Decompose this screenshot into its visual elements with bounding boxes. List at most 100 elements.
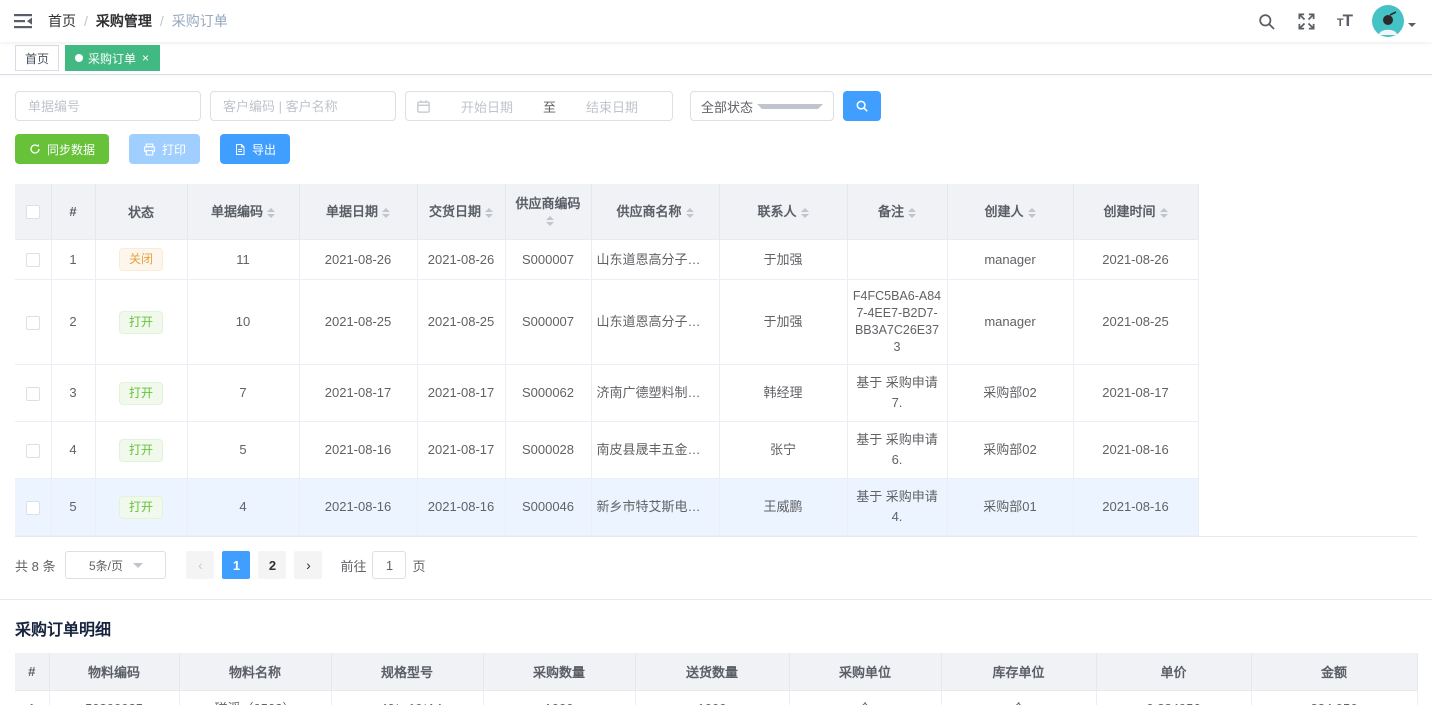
details-header-row: # 物料编码 物料名称 规格型号 采购数量 送货数量 采购单位 库存单位 单价 … xyxy=(15,653,1417,691)
col-code[interactable]: 单据编码 xyxy=(187,184,299,240)
col-supplier-name[interactable]: 供应商名称 xyxy=(591,184,719,240)
details-table-wrap: # 物料编码 物料名称 规格型号 采购数量 送货数量 采购单位 库存单位 单价 … xyxy=(15,653,1417,705)
cell-spec: φ40*φ19*14 xyxy=(331,691,483,705)
col-supplier-code[interactable]: 供应商编码 xyxy=(505,184,591,240)
cell-material-code: 50300025 xyxy=(49,691,179,705)
cell-supplier-code: S000028 xyxy=(505,422,591,479)
table-row[interactable]: 2 打开 10 2021-08-25 2021-08-25 S000007 山东… xyxy=(15,280,1198,365)
table-row[interactable]: 3 打开 7 2021-08-17 2021-08-17 S000062 济南广… xyxy=(15,365,1198,422)
cell-order-date: 2021-08-17 xyxy=(299,365,417,422)
caret-down-icon xyxy=(1408,23,1416,31)
cell-purchase-unit: 个 xyxy=(789,691,941,705)
start-date-placeholder[interactable]: 开始日期 xyxy=(437,97,537,116)
page-button-1[interactable]: 1 xyxy=(222,551,250,579)
status-select-value: 全部状态 xyxy=(701,97,757,116)
search-icon[interactable] xyxy=(1257,11,1277,31)
customer-input[interactable] xyxy=(210,91,396,121)
tag-purchase-order[interactable]: 采购订单 × xyxy=(65,45,160,71)
row-checkbox[interactable] xyxy=(26,501,40,515)
sort-icon[interactable] xyxy=(485,204,493,222)
cell-index: 1 xyxy=(51,240,95,280)
cell-remark xyxy=(847,240,947,280)
sort-icon[interactable] xyxy=(1028,204,1036,222)
print-button[interactable]: 打印 xyxy=(129,134,200,164)
orders-header-row: # 状态 单据编码 单据日期 交货日期 供应商编码 供应商名称 联系人 备注 创… xyxy=(15,184,1198,240)
main-content: 开始日期 至 结束日期 全部状态 同步数据 打印 xyxy=(0,75,1432,705)
tag-label: 采购订单 xyxy=(88,50,136,67)
table-row[interactable]: 1 50300025 磁浮（0503） φ40*φ19*14 1000 1000… xyxy=(15,691,1417,705)
export-button[interactable]: 导出 xyxy=(220,134,290,164)
orders-pagination: 共 8 条 5条/页 ‹ 1 2 › 前往 页 xyxy=(15,551,1417,579)
col-price: 单价 xyxy=(1096,653,1251,691)
status-select[interactable]: 全部状态 xyxy=(690,91,834,121)
cell-supplier-name: 新乡市特艾斯电子设... xyxy=(591,479,719,536)
close-icon[interactable]: × xyxy=(141,52,150,64)
cell-created: 2021-08-16 xyxy=(1073,479,1198,536)
col-created[interactable]: 创建时间 xyxy=(1073,184,1198,240)
page-size-select[interactable]: 5条/页 xyxy=(65,551,166,579)
sort-icon[interactable] xyxy=(546,212,554,230)
col-delivery-date[interactable]: 交货日期 xyxy=(417,184,505,240)
row-checkbox[interactable] xyxy=(26,316,40,330)
sort-icon[interactable] xyxy=(801,204,809,222)
prev-page-button[interactable]: ‹ xyxy=(186,551,214,579)
sync-data-button[interactable]: 同步数据 xyxy=(15,134,109,164)
search-button[interactable] xyxy=(843,91,881,121)
cell-code: 7 xyxy=(187,365,299,422)
menu-fold-icon[interactable] xyxy=(0,13,46,29)
cell-index: 1 xyxy=(15,691,49,705)
table-row-selected[interactable]: 5 打开 4 2021-08-16 2021-08-16 S000046 新乡市… xyxy=(15,479,1198,536)
date-range-picker[interactable]: 开始日期 至 结束日期 xyxy=(405,91,673,121)
cell-amount: 884.956 xyxy=(1251,691,1417,705)
cell-order-date: 2021-08-16 xyxy=(299,422,417,479)
col-creator[interactable]: 创建人 xyxy=(947,184,1073,240)
table-row[interactable]: 1 关闭 11 2021-08-26 2021-08-26 S000007 山东… xyxy=(15,240,1198,280)
breadcrumb-home[interactable]: 首页 xyxy=(48,11,76,31)
status-badge: 打开 xyxy=(119,496,163,519)
cell-order-date: 2021-08-26 xyxy=(299,240,417,280)
select-all-checkbox[interactable] xyxy=(26,205,40,219)
select-all-header xyxy=(15,184,51,240)
page-unit-label: 页 xyxy=(412,556,425,575)
cell-delivery-date: 2021-08-26 xyxy=(417,240,505,280)
cell-creator: 采购部02 xyxy=(947,422,1073,479)
cell-creator: manager xyxy=(947,240,1073,280)
row-checkbox[interactable] xyxy=(26,444,40,458)
document-icon xyxy=(234,143,246,156)
sort-icon[interactable] xyxy=(382,204,390,222)
row-checkbox[interactable] xyxy=(26,387,40,401)
col-order-date[interactable]: 单据日期 xyxy=(299,184,417,240)
breadcrumb-separator: / xyxy=(84,13,88,29)
col-contact[interactable]: 联系人 xyxy=(719,184,847,240)
table-row[interactable]: 4 打开 5 2021-08-16 2021-08-17 S000028 南皮县… xyxy=(15,422,1198,479)
tag-label: 首页 xyxy=(25,50,49,67)
detail-section-title: 采购订单明细 xyxy=(15,616,1417,640)
cell-supplier-name: 山东道恩高分子材料... xyxy=(591,240,719,280)
sort-icon[interactable] xyxy=(267,204,275,222)
tag-home[interactable]: 首页 xyxy=(15,45,59,71)
end-date-placeholder[interactable]: 结束日期 xyxy=(562,97,662,116)
col-status: 状态 xyxy=(95,184,187,240)
order-no-input[interactable] xyxy=(15,91,201,121)
col-remark[interactable]: 备注 xyxy=(847,184,947,240)
font-size-icon[interactable]: TT xyxy=(1337,11,1352,31)
cell-supplier-code: S000007 xyxy=(505,240,591,280)
orders-table-wrap: # 状态 单据编码 单据日期 交货日期 供应商编码 供应商名称 联系人 备注 创… xyxy=(15,184,1417,537)
user-menu[interactable] xyxy=(1372,5,1416,37)
sort-icon[interactable] xyxy=(686,204,694,222)
col-index: # xyxy=(51,184,95,240)
sort-icon[interactable] xyxy=(1160,204,1168,222)
next-page-button[interactable]: › xyxy=(294,551,322,579)
page-button-2[interactable]: 2 xyxy=(258,551,286,579)
col-spec: 规格型号 xyxy=(331,653,483,691)
status-badge: 打开 xyxy=(119,382,163,405)
col-stock-unit: 库存单位 xyxy=(941,653,1096,691)
breadcrumb-current: 采购订单 xyxy=(172,11,228,31)
fullscreen-icon[interactable] xyxy=(1297,11,1317,31)
cell-creator: manager xyxy=(947,280,1073,365)
breadcrumb-section[interactable]: 采购管理 xyxy=(96,11,152,31)
cell-contact: 王威鹏 xyxy=(719,479,847,536)
sort-icon[interactable] xyxy=(908,204,916,222)
row-checkbox[interactable] xyxy=(26,253,40,267)
goto-page-input[interactable] xyxy=(372,551,406,579)
